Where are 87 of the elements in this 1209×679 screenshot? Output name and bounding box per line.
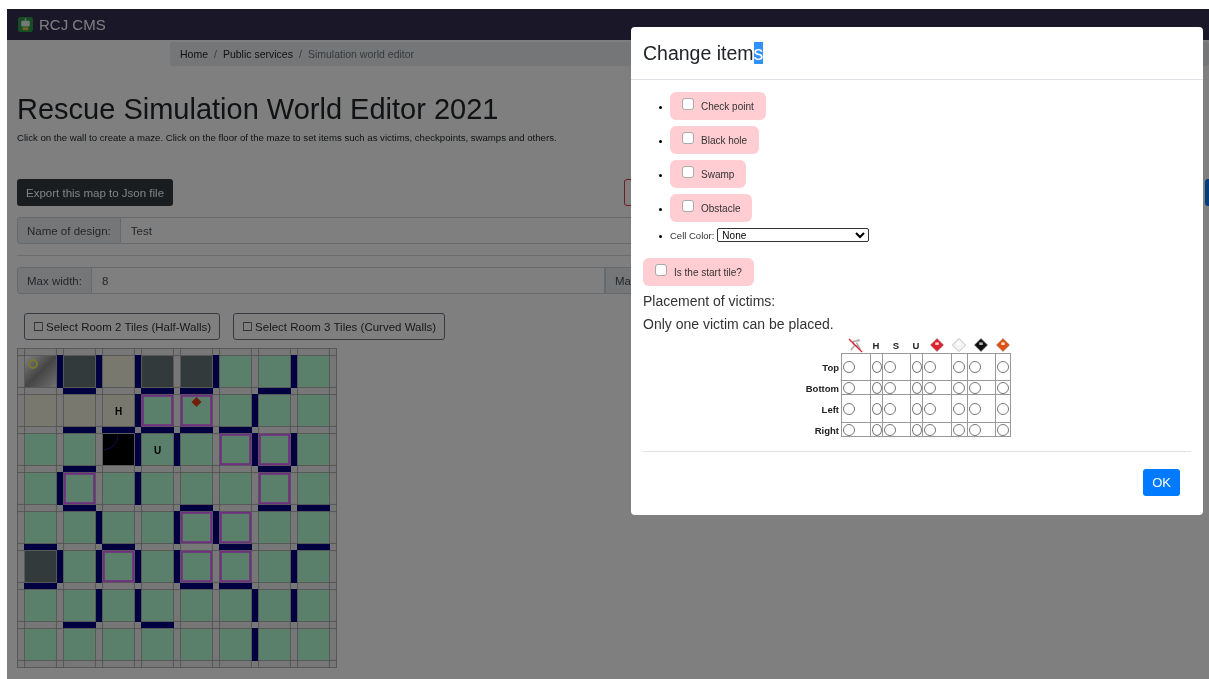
radio-button[interactable] bbox=[997, 423, 1009, 436]
room-select-button[interactable]: ☐ Select Room 2 Tiles (Half-Walls) bbox=[24, 313, 221, 340]
radio-button[interactable] bbox=[884, 381, 896, 394]
radio-button[interactable] bbox=[872, 381, 882, 394]
hazard-icon bbox=[191, 397, 202, 407]
checkbox[interactable] bbox=[682, 131, 694, 144]
row-label: Bottom bbox=[804, 381, 840, 395]
victim-letter: H bbox=[114, 405, 123, 417]
breadcrumb-separator: / bbox=[214, 48, 217, 60]
row-label: Top bbox=[821, 360, 840, 375]
checkbox-icon: ☐ bbox=[33, 320, 44, 333]
radio-button[interactable] bbox=[953, 381, 965, 394]
item-label: Check point bbox=[701, 100, 754, 112]
size-field[interactable]: 8 bbox=[91, 267, 605, 294]
radio-button[interactable] bbox=[872, 423, 882, 436]
radio-button[interactable] bbox=[872, 361, 882, 373]
item-toggle[interactable]: Obstacle bbox=[670, 194, 753, 222]
cell-color-select[interactable]: None bbox=[717, 228, 870, 242]
bullet bbox=[659, 234, 662, 238]
robot-icon bbox=[18, 17, 33, 32]
ok-button[interactable]: OK bbox=[1143, 469, 1180, 496]
radio-button[interactable] bbox=[912, 361, 922, 373]
radio-button[interactable] bbox=[953, 361, 965, 373]
radio-button[interactable] bbox=[843, 423, 855, 436]
radio-button[interactable] bbox=[953, 423, 965, 436]
page-title: Rescue Simulation World Editor 2021 bbox=[17, 92, 499, 127]
radio-button[interactable] bbox=[884, 361, 896, 373]
item-label: Black hole bbox=[701, 134, 748, 146]
radio-button[interactable] bbox=[924, 361, 936, 373]
radio-button[interactable] bbox=[843, 381, 855, 394]
item-label: Obstacle bbox=[701, 202, 741, 214]
victim-letter: H bbox=[872, 339, 880, 351]
breadcrumb-link[interactable]: Home bbox=[180, 48, 208, 60]
checkbox[interactable] bbox=[682, 199, 694, 212]
radio-button[interactable] bbox=[884, 402, 896, 415]
field-label: Name of design: bbox=[17, 217, 121, 244]
radio-button[interactable] bbox=[997, 402, 1009, 415]
modal-title: Change items bbox=[643, 41, 764, 65]
bullet bbox=[659, 139, 662, 143]
radio-button[interactable] bbox=[843, 361, 855, 373]
radio-button[interactable] bbox=[872, 402, 882, 415]
item-toggle[interactable]: Swamp bbox=[670, 160, 747, 188]
radio-button[interactable] bbox=[969, 402, 981, 415]
checkbox[interactable] bbox=[682, 97, 694, 110]
note-text: Only one victim can be placed. bbox=[643, 316, 835, 332]
radio-button[interactable] bbox=[953, 402, 965, 415]
brand-name[interactable]: RCJ CMS bbox=[39, 16, 106, 33]
crossed-figure-icon bbox=[848, 337, 863, 353]
breadcrumb-link[interactable]: Public services bbox=[222, 48, 293, 60]
item-label: Swamp bbox=[701, 168, 735, 180]
field-label: Ma bbox=[605, 267, 632, 294]
checkbox[interactable] bbox=[655, 263, 667, 276]
victim-letter: S bbox=[892, 339, 900, 351]
bullet bbox=[659, 105, 662, 109]
bullet bbox=[659, 173, 662, 177]
radio-button[interactable] bbox=[969, 361, 981, 373]
curved-wall bbox=[103, 434, 119, 451]
field-label: Cell Color: bbox=[670, 229, 715, 241]
row-label: Left bbox=[820, 402, 840, 417]
checkbox-icon: ☐ bbox=[242, 320, 254, 333]
radio-button[interactable] bbox=[969, 381, 981, 394]
field-label: Max width: bbox=[17, 267, 92, 294]
breadcrumb-separator: / bbox=[298, 48, 302, 60]
radio-button[interactable] bbox=[924, 402, 936, 415]
row-label: Right bbox=[813, 423, 840, 437]
checkbox[interactable] bbox=[682, 165, 694, 178]
page-description: Click on the wall to create a maze. Click on the floor of the maze to set items such as victims, checkpoints, swamps and others. bbox=[17, 132, 557, 143]
item-toggle[interactable]: Is the start tile? bbox=[643, 258, 754, 286]
radio-button[interactable] bbox=[997, 361, 1009, 373]
radio-button[interactable] bbox=[924, 381, 936, 394]
room-select-button[interactable]: ☐ Select Room 3 Tiles (Curved Walls) bbox=[233, 313, 446, 340]
radio-button[interactable] bbox=[912, 381, 922, 394]
radio-button[interactable] bbox=[924, 423, 936, 436]
item-toggle[interactable]: Black hole bbox=[670, 126, 760, 154]
radio-button[interactable] bbox=[912, 423, 922, 436]
radio-button[interactable] bbox=[969, 423, 981, 436]
victim-letter: U bbox=[153, 444, 162, 456]
export-button[interactable]: Export this map to Json file bbox=[17, 179, 174, 206]
bullet bbox=[659, 207, 662, 211]
radio-button[interactable] bbox=[884, 423, 896, 436]
radio-button[interactable] bbox=[997, 381, 1009, 394]
victim-letter: U bbox=[912, 339, 920, 351]
radio-button[interactable] bbox=[843, 402, 855, 415]
item-label: Is the start tile? bbox=[674, 266, 742, 278]
radio-button[interactable] bbox=[912, 402, 922, 415]
section-heading: Placement of victims: bbox=[643, 293, 777, 309]
item-toggle[interactable]: Check point bbox=[670, 92, 766, 120]
